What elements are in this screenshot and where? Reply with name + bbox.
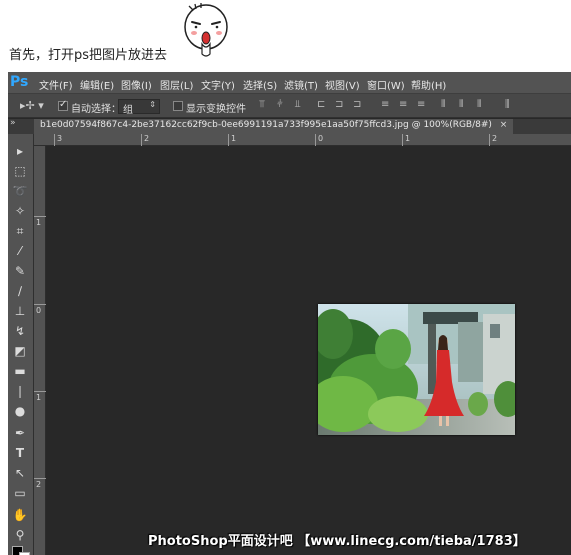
lasso-tool-icon[interactable]: ➰	[11, 182, 29, 200]
ruler-tick	[141, 134, 142, 146]
hand-tool-icon[interactable]: ✋	[11, 506, 29, 524]
show-transform-checkbox[interactable]	[173, 101, 183, 111]
ruler-tick	[34, 391, 46, 392]
ruler-tick	[402, 134, 403, 146]
ruler-label: 1	[405, 134, 411, 143]
ruler-label: 0	[36, 306, 42, 315]
document-tab-title: b1e0d07594f867c4-2be37162cc62f9cb-0ee699…	[40, 120, 492, 130]
distribute-right-icon[interactable]: ⦀	[477, 99, 489, 111]
ruler-tick	[34, 216, 46, 217]
align-top-icon[interactable]: ⫪	[259, 99, 271, 111]
dropdown-arrow-icon: ⇕	[149, 100, 156, 109]
crop-tool-icon[interactable]: ⌗	[11, 222, 29, 240]
document-tab-bar: » b1e0d07594f867c4-2be37162cc62f9cb-0ee6…	[8, 118, 571, 134]
photoshop-window: Ps 文件(F) 编辑(E) 图像(I) 图层(L) 文字(Y) 选择(S) 滤…	[8, 72, 571, 555]
eraser-tool-icon[interactable]: ◩	[11, 342, 29, 360]
distribute-left-icon[interactable]: ⦀	[441, 99, 453, 111]
menu-filter[interactable]: 滤镜(T)	[284, 77, 318, 92]
path-select-tool-icon[interactable]: ↖	[11, 464, 29, 482]
distribute-top-icon[interactable]: ≡	[381, 99, 393, 111]
move-tool-icon[interactable]: ▸	[11, 142, 29, 160]
ruler-tick	[34, 478, 46, 479]
ruler-label: 2	[492, 134, 498, 143]
align-vcenter-icon[interactable]: ⫩	[277, 99, 289, 111]
menu-help[interactable]: 帮助(H)	[411, 77, 446, 92]
pen-tool-icon[interactable]: ✒	[11, 424, 29, 442]
auto-select-value: 组	[123, 105, 133, 116]
ruler-tick	[34, 304, 46, 305]
intro-section: 首先，打开ps把图片放进去	[0, 0, 571, 72]
eyedropper-tool-icon[interactable]: ⁄	[11, 242, 29, 260]
history-brush-tool-icon[interactable]: ↯	[11, 322, 29, 340]
placed-photo-image[interactable]	[318, 304, 515, 435]
document-tab[interactable]: b1e0d07594f867c4-2be37162cc62f9cb-0ee699…	[34, 119, 514, 134]
auto-align-icon[interactable]: ⫼	[505, 99, 517, 111]
align-bottom-icon[interactable]: ⫫	[295, 99, 307, 111]
align-left-icon[interactable]: ⊏	[317, 99, 329, 111]
tools-panel: ▸ ⬚ ➰ ✧ ⌗ ⁄ ✎ ∕ ⊥ ↯ ◩ ▬ ❘ ● ✒ T ↖ ▭ ✋ ⚲	[8, 134, 34, 555]
auto-select-checkbox[interactable]	[58, 99, 68, 111]
menu-select[interactable]: 选择(S)	[243, 77, 277, 92]
show-transform-label: 显示变换控件	[186, 104, 246, 115]
horizontal-ruler: 3 2 1 0 1 2	[34, 134, 571, 146]
distribute-vcenter-icon[interactable]: ≡	[399, 99, 411, 111]
watermark-text: PhotoShop平面设计吧 【www.linecg.com/tieba/178…	[148, 534, 526, 549]
move-tool-icon[interactable]: ▸✢ ▾	[20, 99, 44, 112]
menu-view[interactable]: 视图(V)	[325, 77, 360, 92]
type-tool-icon[interactable]: T	[11, 444, 29, 462]
ruler-label: 2	[36, 480, 42, 489]
close-icon[interactable]: ×	[500, 120, 508, 130]
options-bar: ▸✢ ▾ 自动选择： 组 ⇕ 显示变换控件 ⫪ ⫩ ⫫ ⊏ ⊐ ⊐ ≡ ≡ ≡ …	[8, 94, 571, 118]
ruler-label: 3	[57, 134, 63, 143]
ps-logo: Ps	[10, 74, 29, 90]
dodge-tool-icon[interactable]: ●	[11, 402, 29, 420]
distribute-hcenter-icon[interactable]: ⦀	[459, 99, 471, 111]
menu-bar: Ps 文件(F) 编辑(E) 图像(I) 图层(L) 文字(Y) 选择(S) 滤…	[8, 72, 571, 94]
auto-select-dropdown[interactable]: 组 ⇕	[118, 99, 160, 116]
intro-text: 首先，打开ps把图片放进去	[9, 48, 168, 63]
menu-type[interactable]: 文字(Y)	[201, 77, 235, 92]
ruler-tick	[489, 134, 490, 146]
ruler-label: 0	[318, 134, 324, 143]
collapse-panel-icon[interactable]: »	[10, 118, 16, 128]
ruler-tick	[54, 134, 55, 146]
vertical-ruler: 1 0 1 2	[34, 146, 46, 555]
shape-tool-icon[interactable]: ▭	[11, 484, 29, 502]
zoom-tool-icon[interactable]: ⚲	[11, 526, 29, 544]
align-hcenter-icon[interactable]: ⊐	[335, 99, 347, 111]
stamp-tool-icon[interactable]: ⊥	[11, 302, 29, 320]
brush-tool-icon[interactable]: ∕	[11, 282, 29, 300]
healing-brush-tool-icon[interactable]: ✎	[11, 262, 29, 280]
menu-layer[interactable]: 图层(L)	[160, 77, 193, 92]
align-right-icon[interactable]: ⊐	[353, 99, 365, 111]
gradient-tool-icon[interactable]: ▬	[11, 362, 29, 380]
blur-tool-icon[interactable]: ❘	[11, 382, 29, 400]
emoji-face-icon	[180, 0, 232, 60]
ruler-label: 1	[231, 134, 237, 143]
menu-edit[interactable]: 编辑(E)	[80, 77, 114, 92]
ruler-label: 2	[144, 134, 150, 143]
ruler-label: 1	[36, 218, 42, 227]
auto-select-label: 自动选择：	[71, 104, 121, 115]
magic-wand-tool-icon[interactable]: ✧	[11, 202, 29, 220]
ruler-tick	[228, 134, 229, 146]
marquee-tool-icon[interactable]: ⬚	[11, 162, 29, 180]
ruler-label: 1	[36, 393, 42, 402]
ruler-tick	[315, 134, 316, 146]
menu-window[interactable]: 窗口(W)	[367, 77, 405, 92]
distribute-bottom-icon[interactable]: ≡	[417, 99, 429, 111]
menu-image[interactable]: 图像(I)	[121, 77, 152, 92]
menu-file[interactable]: 文件(F)	[39, 77, 73, 92]
